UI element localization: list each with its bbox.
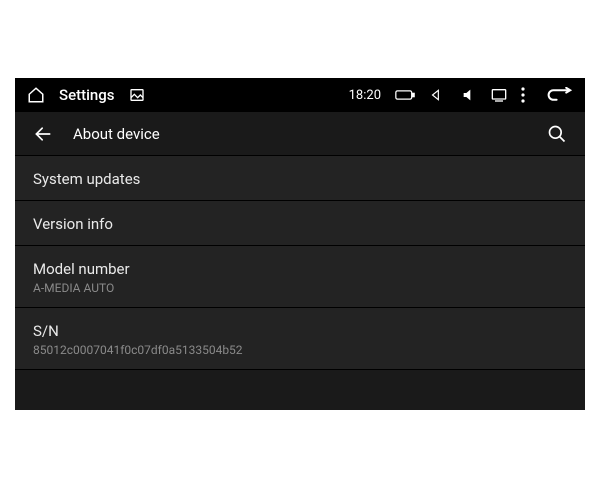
page-title: About device [73,125,547,143]
back-triangle-icon[interactable] [429,88,443,102]
app-bar: About device [15,112,585,156]
list-item-sub: 85012c0007041f0c07df0a5133504b52 [33,343,567,357]
list-item[interactable]: S/N 85012c0007041f0c07df0a5133504b52 [15,308,585,370]
list-item[interactable]: Model number A-MEDIA AUTO [15,246,585,308]
status-center: 18:20 [145,88,461,103]
list-item-title: System updates [33,170,567,188]
more-icon[interactable] [521,87,525,103]
device-screen: Settings 18:20 [15,78,585,410]
list-item-sub: A-MEDIA AUTO [33,281,567,295]
list-item-title: Model number [33,260,567,278]
status-left: Settings [27,86,145,104]
clock-label: 18:20 [349,88,381,103]
battery-icon [395,89,415,101]
volume-icon[interactable] [461,87,477,103]
list-item-title: S/N [33,322,567,340]
search-icon[interactable] [547,124,567,144]
list-item[interactable]: System updates [15,156,585,201]
list-item[interactable]: Version info [15,201,585,246]
app-name-label: Settings [59,86,115,104]
home-icon[interactable] [27,86,45,104]
status-bar: Settings 18:20 [15,78,585,112]
back-arrow-icon[interactable] [33,124,53,144]
list-item-title: Version info [33,215,567,233]
settings-list: System updates Version info Model number A-… [15,156,585,370]
image-icon[interactable] [129,87,145,103]
status-right [461,87,573,103]
return-icon[interactable] [545,87,573,103]
cast-icon[interactable] [491,88,507,102]
